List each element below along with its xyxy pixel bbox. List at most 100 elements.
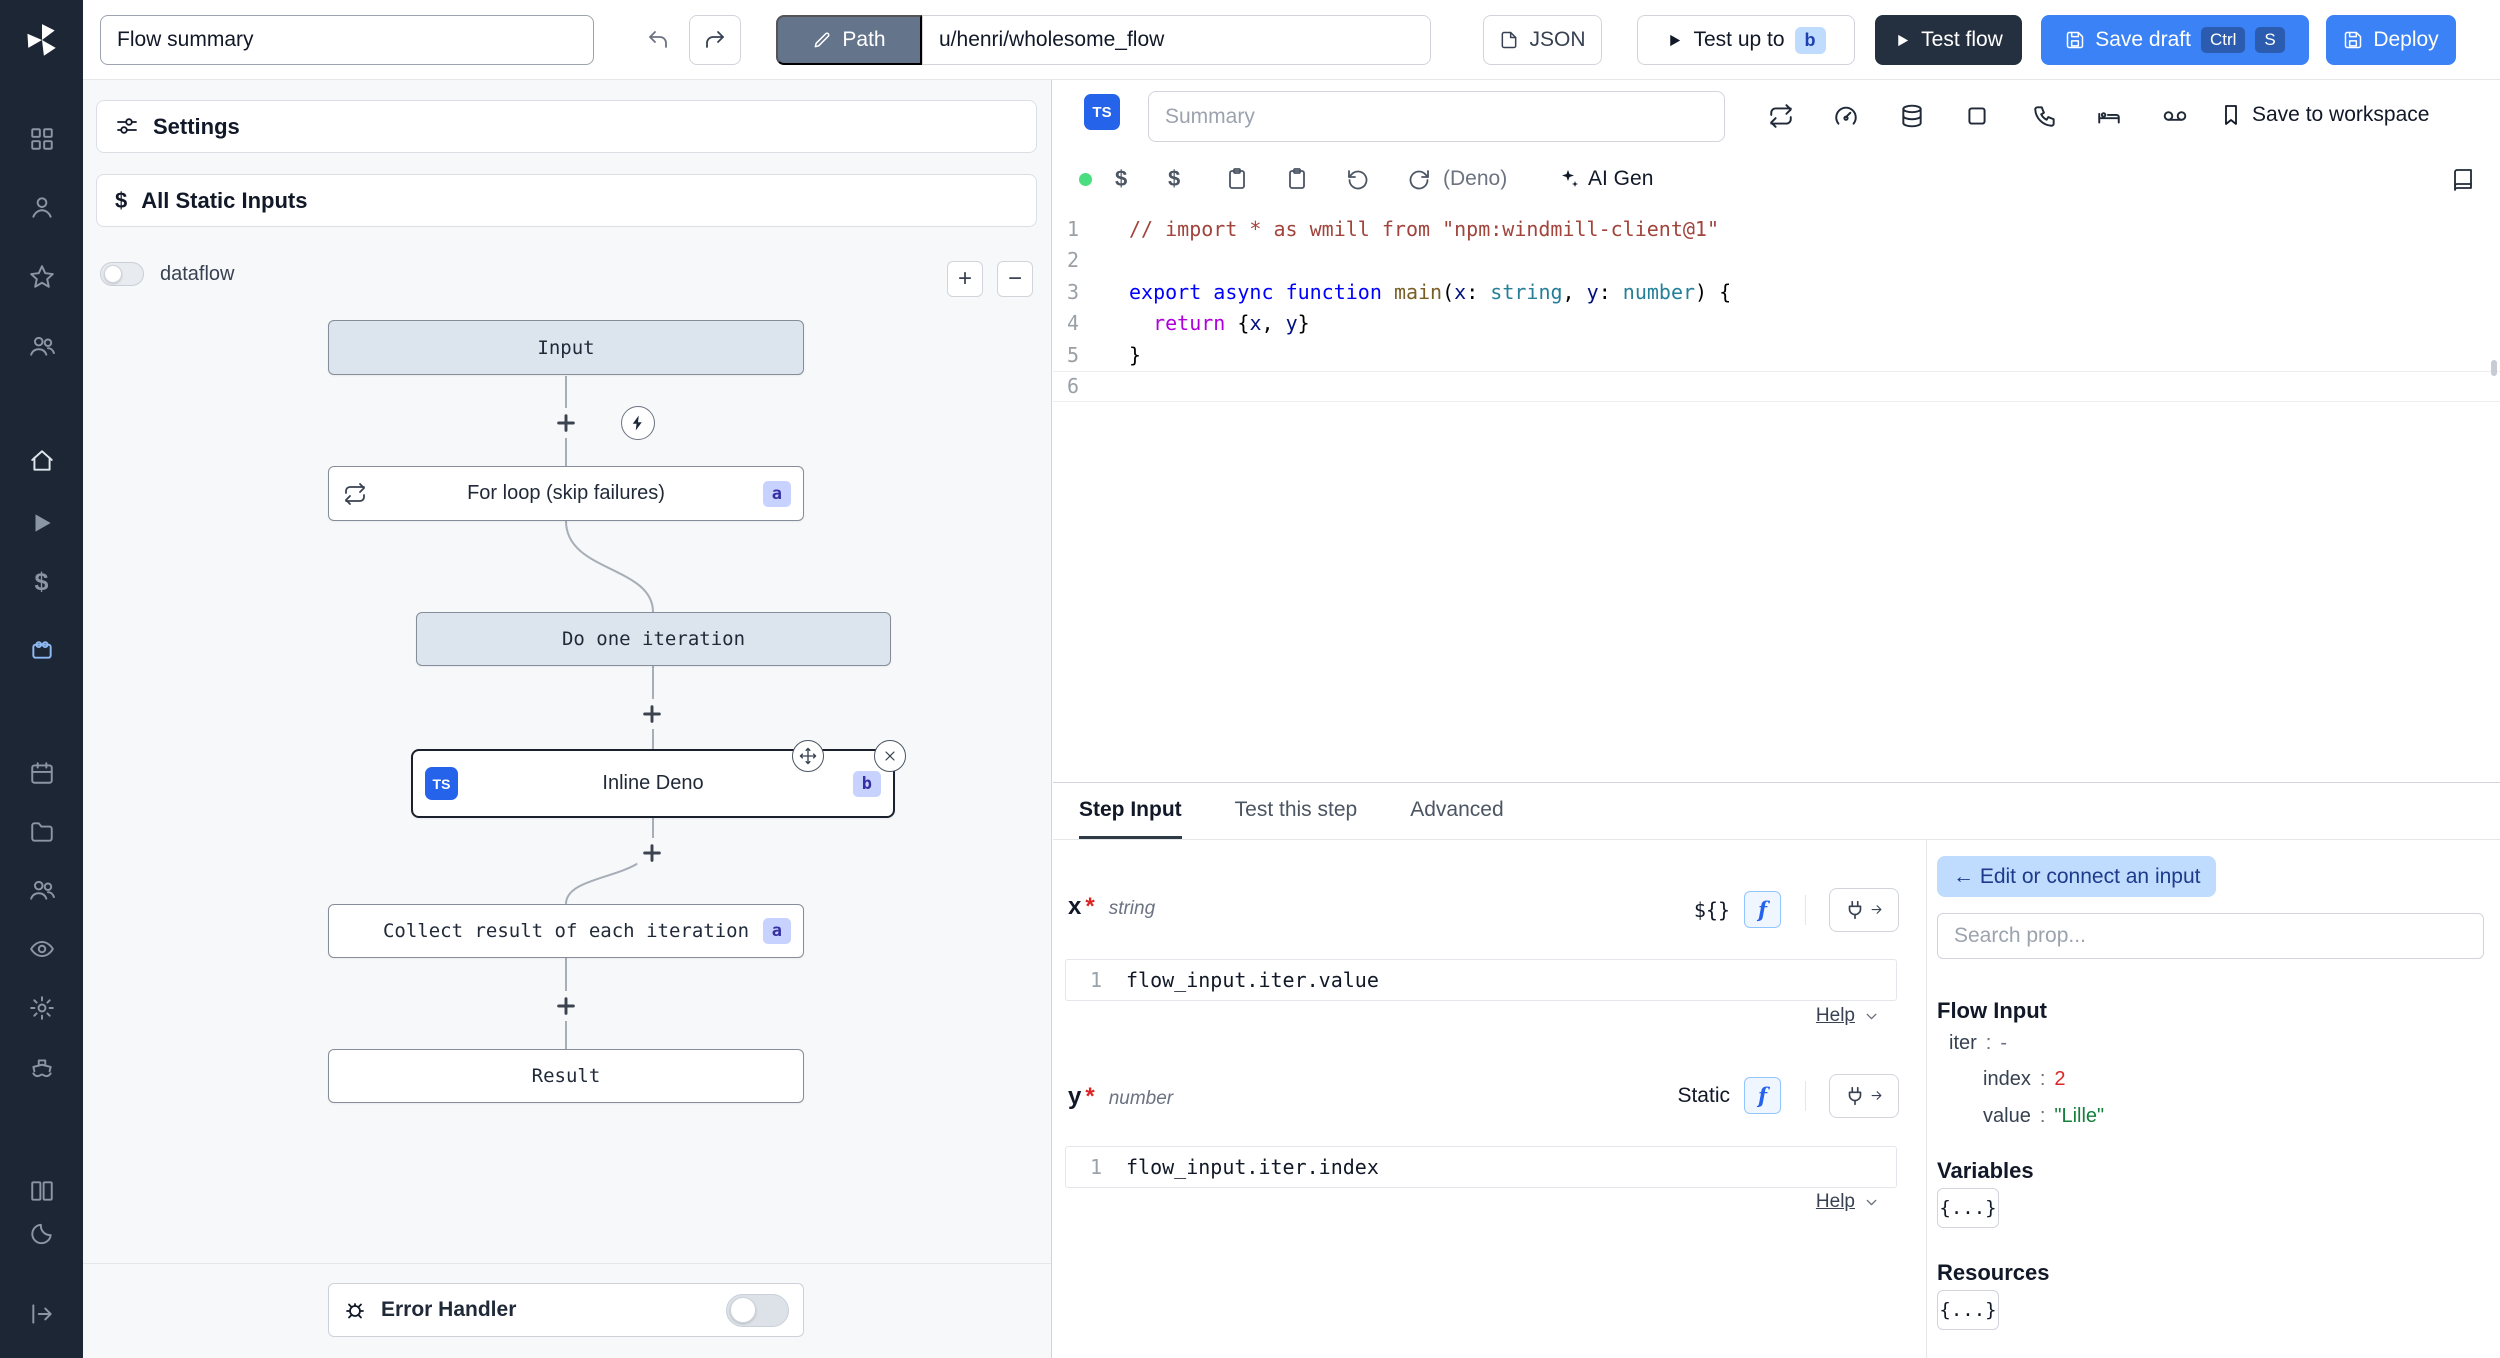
add-step-button[interactable]	[637, 838, 667, 868]
add-step-button[interactable]	[551, 991, 581, 1021]
prop-entry-index[interactable]: index:2	[1983, 1068, 2066, 1091]
reset-code-icon[interactable]	[1346, 167, 1370, 191]
save-draft-button[interactable]: Save draft Ctrl S	[2041, 15, 2309, 65]
schedules-calendar-icon[interactable]	[0, 760, 83, 786]
monaco-editor-toggle-x[interactable]: f	[1744, 891, 1781, 928]
delete-step-icon[interactable]	[874, 740, 906, 772]
chevron-down-icon	[1863, 1194, 1880, 1211]
insert-variable-button[interactable]: $	[1115, 166, 1127, 192]
zoom-out-button[interactable]: −	[997, 261, 1033, 297]
prop-entry-iter[interactable]: iter: -	[1949, 1032, 2007, 1055]
save-to-workspace-button[interactable]: Save to workspace	[2219, 103, 2429, 127]
user-icon[interactable]	[0, 194, 83, 220]
test-up-to-button[interactable]: Test up to b	[1637, 15, 1855, 65]
node-input[interactable]: Input	[328, 320, 804, 375]
expr-mode-toggle-y[interactable]: Static	[1677, 1084, 1730, 1108]
copy-icon[interactable]	[1285, 167, 1309, 191]
node-do-one-iteration[interactable]: Do one iteration	[416, 612, 891, 666]
apps-grid-icon[interactable]	[0, 126, 83, 152]
concurrency-voicemail-icon[interactable]	[2162, 103, 2188, 129]
error-handler-row[interactable]: Error Handler	[328, 1283, 804, 1337]
windmill-logo-icon[interactable]	[0, 21, 83, 59]
insert-resource-button[interactable]: $	[1168, 166, 1180, 192]
dark-mode-moon-icon[interactable]	[0, 1221, 83, 1247]
dataflow-label: dataflow	[160, 262, 235, 285]
home-icon[interactable]	[0, 448, 83, 474]
audit-logs-eye-icon[interactable]	[0, 936, 83, 962]
step-id-badge: a	[762, 480, 791, 507]
node-collect-result[interactable]: Collect result of each iteration a	[328, 904, 804, 958]
early-stop-square-icon[interactable]	[1964, 103, 1990, 129]
node-for-loop[interactable]: For loop (skip failures) a	[328, 466, 804, 521]
expr-editor-x[interactable]: 1 flow_input.iter.value	[1065, 959, 1897, 1001]
expr-mode-toggle-x[interactable]: ${}	[1694, 898, 1730, 922]
reload-runtime-icon[interactable]	[1407, 167, 1431, 191]
search-prop-input[interactable]	[1937, 913, 2484, 959]
test-flow-button[interactable]: Test flow	[1875, 15, 2022, 65]
error-handler-toggle[interactable]	[726, 1293, 789, 1327]
json-button[interactable]: JSON	[1483, 15, 1602, 65]
ai-gen-button[interactable]: AI Gen	[1556, 167, 1653, 191]
deploy-button[interactable]: Deploy	[2326, 15, 2456, 65]
help-link-x[interactable]: Help	[1816, 1005, 1880, 1027]
redo-button[interactable]	[689, 15, 741, 65]
connect-input-button-y[interactable]	[1829, 1073, 1899, 1118]
deployment-ship-icon[interactable]	[0, 1055, 83, 1081]
step-summary-input[interactable]	[1148, 91, 1725, 142]
resources-puzzle-icon[interactable]	[0, 636, 83, 662]
monaco-editor-toggle-y[interactable]: f	[1744, 1077, 1781, 1114]
editor-scrollbar-thumb[interactable]	[2491, 360, 2497, 376]
suspend-phone-icon[interactable]	[2032, 103, 2058, 129]
plug-icon	[1844, 899, 1866, 921]
dataflow-toggle[interactable]	[100, 262, 144, 286]
expand-sidebar-icon[interactable]	[0, 1301, 83, 1327]
docs-columns-icon[interactable]	[0, 1178, 83, 1204]
bug-icon	[343, 1298, 367, 1322]
flow-summary-input[interactable]	[100, 15, 594, 65]
code-editor[interactable]: 1 // import * as wmill from "npm:windmil…	[1053, 213, 2500, 402]
bookmark-icon	[2219, 103, 2243, 127]
workers-icon[interactable]	[0, 877, 83, 903]
node-result[interactable]: Result	[328, 1049, 804, 1103]
flow-graph-panel: Settings $ All Static Inputs dataflow + …	[83, 80, 1052, 1358]
divider	[1805, 894, 1806, 925]
zoom-in-button[interactable]: +	[947, 261, 983, 297]
connect-input-button-x[interactable]	[1829, 887, 1899, 932]
sidebar: $	[0, 0, 83, 1358]
typescript-badge: TS	[1084, 94, 1120, 130]
expr-editor-y[interactable]: 1 flow_input.iter.index	[1065, 1146, 1897, 1188]
tab-advanced[interactable]: Advanced	[1410, 783, 1503, 839]
prop-entry-value[interactable]: value: "Lille"	[1983, 1105, 2104, 1128]
add-step-button[interactable]	[551, 408, 581, 438]
variables-expand-button[interactable]: {...}	[1937, 1188, 1999, 1228]
library-book-icon[interactable]	[2451, 167, 2475, 191]
cache-database-icon[interactable]	[1899, 103, 1925, 129]
copy-icon[interactable]	[1225, 167, 1249, 191]
resources-expand-button[interactable]: {...}	[1937, 1290, 1999, 1330]
trigger-zap-icon[interactable]	[621, 406, 655, 440]
all-static-inputs-row[interactable]: $ All Static Inputs	[96, 174, 1037, 227]
move-step-icon[interactable]	[792, 740, 824, 772]
step-tabs: Step Input Test this step Advanced	[1053, 783, 2500, 840]
groups-icon[interactable]	[0, 333, 83, 359]
edit-connect-input-chip[interactable]: ← Edit or connect an input	[1937, 856, 2217, 897]
favorites-star-icon[interactable]	[0, 264, 83, 290]
help-link-y[interactable]: Help	[1816, 1191, 1880, 1213]
path-input[interactable]	[922, 15, 1431, 65]
folders-icon[interactable]	[0, 819, 83, 845]
settings-gear-icon[interactable]	[0, 995, 83, 1021]
tab-test-this-step[interactable]: Test this step	[1235, 783, 1358, 839]
variables-title: Variables	[1937, 1158, 2034, 1183]
tab-step-input[interactable]: Step Input	[1079, 783, 1182, 839]
sleep-bed-icon[interactable]	[2096, 103, 2122, 129]
resources-title: Resources	[1937, 1260, 2050, 1285]
runs-play-icon[interactable]	[0, 510, 83, 536]
variables-dollar-icon[interactable]: $	[0, 568, 83, 597]
restart-loop-icon[interactable]	[1768, 103, 1794, 129]
flow-settings-row[interactable]: Settings	[96, 100, 1037, 153]
path-button[interactable]: Path	[776, 15, 922, 65]
undo-button[interactable]	[634, 15, 682, 65]
performance-gauge-icon[interactable]	[1833, 103, 1859, 129]
code-line: 5 }	[1066, 342, 1142, 367]
add-step-button[interactable]	[637, 699, 667, 729]
